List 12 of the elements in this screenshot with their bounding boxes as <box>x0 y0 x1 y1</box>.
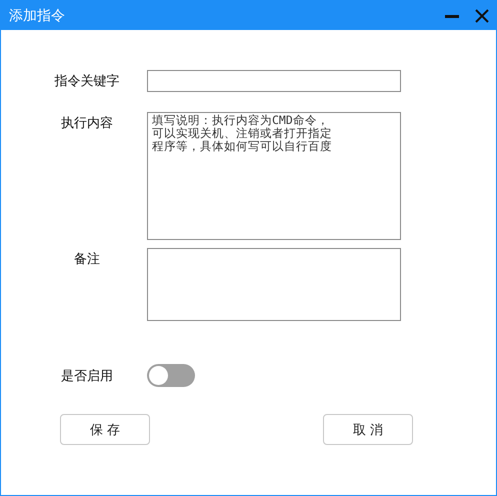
save-button[interactable]: 保 存 <box>60 414 150 445</box>
toggle-switch[interactable] <box>147 364 195 387</box>
cancel-button[interactable]: 取 消 <box>323 414 413 445</box>
field-label: 指令关键字 <box>54 73 120 90</box>
window-title: 添加指令 <box>9 6 66 24</box>
close-icon[interactable] <box>474 8 490 24</box>
field-label: 执行内容 <box>60 115 114 132</box>
field-label: 备注 <box>73 251 101 268</box>
notes-textarea[interactable] <box>147 248 401 321</box>
input-field[interactable] <box>147 70 401 92</box>
toggle-label: 是否启用 <box>60 368 114 384</box>
content-textarea[interactable]: 填写说明：执行内容为CMD命令，可以实现关机、注销或者打开指定程序等，具体如何写可以自行百度 <box>147 112 401 240</box>
